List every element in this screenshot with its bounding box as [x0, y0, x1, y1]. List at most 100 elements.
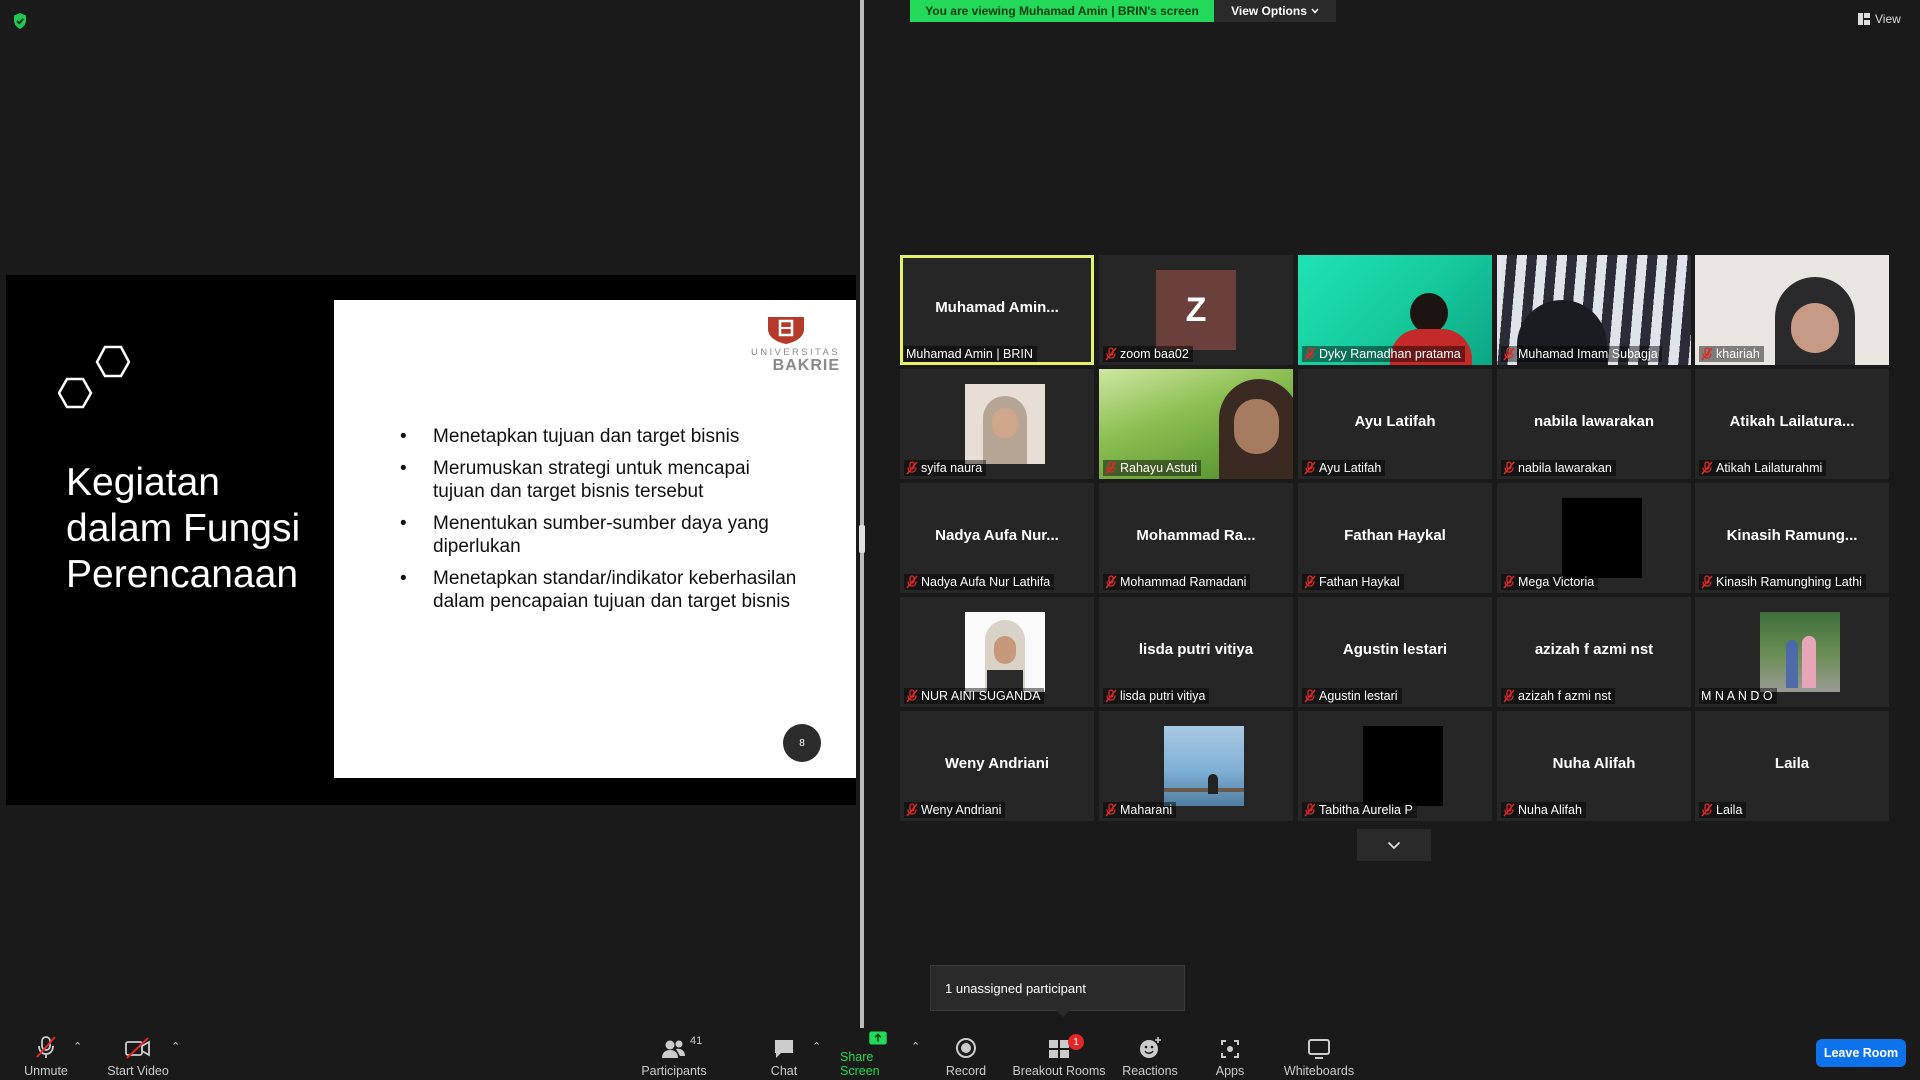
participants-count: 41 [690, 1035, 703, 1047]
chat-label: Chat [770, 1064, 798, 1078]
participant-tile[interactable]: Rahayu Astuti [1099, 369, 1293, 479]
slide-bullet: Merumuskan strategi untuk mencapai tujua… [400, 457, 800, 503]
participant-tile[interactable]: Weny Andriani Weny Andriani [900, 711, 1094, 821]
view-options-button[interactable]: View Options [1214, 0, 1336, 22]
participant-name-label: Weny Andriani [904, 802, 1006, 818]
slide-title-line: dalam Fungsi [66, 507, 301, 550]
breakout-rooms-button[interactable]: Breakout Rooms [1012, 1030, 1106, 1078]
participant-display-name: Atikah Lailatura... [1729, 413, 1855, 430]
gallery-view-icon [1858, 13, 1870, 25]
apps-button[interactable]: Apps [1210, 1030, 1250, 1078]
participant-tile[interactable]: Kinasih Ramung... Kinasih Ramunghing Lath… [1695, 483, 1889, 593]
participant-tile[interactable]: Fathan Haykal Fathan Haykal [1298, 483, 1492, 593]
participant-name-label: syifa naura [904, 460, 987, 476]
divider-drag-handle[interactable] [859, 525, 865, 553]
participant-tile[interactable]: Agustin lestari Agustin lestari [1298, 597, 1492, 707]
participant-tile[interactable]: lisda putri vitiya lisda putri vitiya [1099, 597, 1293, 707]
participant-tile[interactable]: Tabitha Aurelia P [1298, 711, 1492, 821]
participant-tile[interactable]: azizah f azmi nst azizah f azmi nst [1497, 597, 1691, 707]
whiteboards-button[interactable]: Whiteboards [1280, 1030, 1358, 1078]
participant-name: NUR AINI SUGANDA [921, 689, 1041, 703]
participant-tile[interactable]: Atikah Lailatura... Atikah Lailaturahmi [1695, 369, 1889, 479]
participant-tile[interactable]: NUR AINI SUGANDA [900, 597, 1094, 707]
participant-tile[interactable]: khairiah [1695, 255, 1889, 365]
participant-name-label: zoom baa02 [1103, 346, 1193, 362]
security-shield-icon[interactable] [12, 12, 28, 35]
participant-name-label: azizah f azmi nst [1501, 688, 1616, 704]
unmute-label: Unmute [24, 1064, 68, 1078]
universitas-bakrie-logo: UNIVERSITAS BAKRIE [728, 315, 840, 374]
participants-label: Participants [641, 1064, 707, 1078]
slide-bullet-list: Menetapkan tujuan dan target bisnis Meru… [400, 425, 800, 622]
next-page-button[interactable] [1357, 829, 1431, 861]
participant-tile[interactable]: Ayu Latifah Ayu Latifah [1298, 369, 1492, 479]
microphone-muted-icon [1105, 461, 1117, 475]
participant-name-label: Mohammad Ramadani [1103, 574, 1251, 590]
participant-tile[interactable]: Laila Laila [1695, 711, 1889, 821]
start-video-button[interactable]: Start Video [102, 1030, 174, 1078]
reactions-label: Reactions [1122, 1064, 1178, 1078]
chat-icon [775, 1040, 793, 1058]
participant-tile[interactable]: nabila lawarakan nabila lawarakan [1497, 369, 1691, 479]
unmute-button[interactable]: Unmute [16, 1030, 76, 1078]
participant-name-label: Nadya Aufa Nur Lathifa [904, 574, 1055, 590]
university-shield-icon [768, 317, 804, 344]
video-options-caret[interactable]: ⌃ [171, 1040, 180, 1053]
leave-room-button[interactable]: Leave Room [1816, 1039, 1906, 1067]
microphone-muted-icon [1105, 347, 1117, 361]
reactions-button[interactable]: Reactions [1120, 1030, 1180, 1078]
chat-options-caret[interactable]: ⌃ [812, 1040, 821, 1053]
participant-tile[interactable]: Mega Victoria [1497, 483, 1691, 593]
participant-tile[interactable]: Nuha Alifah Nuha Alifah [1497, 711, 1691, 821]
audio-options-caret[interactable]: ⌃ [73, 1040, 82, 1053]
slide-title-line: Kegiatan [66, 461, 220, 504]
participant-name-label: Fathan Haykal [1302, 574, 1404, 590]
participant-name-label: Muhamad Amin | BRIN [904, 346, 1037, 362]
participant-tile[interactable]: Muhamad Amin... Muhamad Amin | BRIN [900, 255, 1094, 365]
participant-display-name: azizah f azmi nst [1534, 641, 1654, 658]
participant-tile[interactable]: Mohammad Ra... Mohammad Ramadani [1099, 483, 1293, 593]
participant-tile[interactable]: Maharani [1099, 711, 1293, 821]
participant-name: Kinasih Ramunghing Lathi [1716, 575, 1862, 589]
participant-name: Tabitha Aurelia P [1319, 803, 1413, 817]
participant-tile[interactable]: Muhamad Imam Subagja [1497, 255, 1691, 365]
participant-display-name: Muhamad Amin... [935, 299, 1059, 316]
share-options-caret[interactable]: ⌃ [911, 1040, 920, 1053]
participant-display-name: Nuha Alifah [1552, 755, 1636, 772]
participant-name: Atikah Lailaturahmi [1716, 461, 1823, 475]
participant-tile[interactable]: Nadya Aufa Nur... Nadya Aufa Nur Lathifa [900, 483, 1094, 593]
participant-tile[interactable]: syifa naura [900, 369, 1094, 479]
chat-button[interactable]: Chat [763, 1030, 805, 1078]
participant-name-label: Atikah Lailaturahmi [1699, 460, 1827, 476]
microphone-muted-icon [1304, 575, 1316, 589]
chevron-down-icon [1311, 8, 1319, 14]
participant-display-name: Fathan Haykal [1344, 527, 1446, 544]
participant-name: syifa naura [921, 461, 983, 475]
split-divider[interactable] [860, 0, 864, 1028]
participant-name-label: Nuha Alifah [1501, 802, 1586, 818]
participant-name: Ayu Latifah [1319, 461, 1382, 475]
participant-name: Nuha Alifah [1518, 803, 1582, 817]
participant-name-label: nabila lawarakan [1501, 460, 1616, 476]
participant-tile[interactable]: Dyky Ramadhan pratama [1298, 255, 1492, 365]
record-button[interactable]: Record [942, 1030, 990, 1078]
participant-name-label: NUR AINI SUGANDA [904, 688, 1045, 704]
participant-display-name: Weny Andriani [944, 755, 1050, 772]
participant-tile[interactable]: Zzoom baa02 [1099, 255, 1293, 365]
participant-name: zoom baa02 [1120, 347, 1189, 361]
chevron-down-icon [1387, 841, 1401, 849]
whiteboards-label: Whiteboards [1283, 1064, 1355, 1078]
participant-name: Maharani [1120, 803, 1173, 817]
participant-display-name: nabila lawarakan [1533, 413, 1655, 430]
microphone-muted-icon [906, 803, 918, 817]
participant-name-label: Maharani [1103, 802, 1177, 818]
participant-tile[interactable]: M N A N D O [1695, 597, 1889, 707]
university-logo-text: UNIVERSITAS BAKRIE [750, 347, 840, 374]
participant-name: azizah f azmi nst [1518, 689, 1612, 703]
microphone-muted-icon [1503, 461, 1515, 475]
share-screen-button[interactable]: Share Screen [840, 1030, 916, 1078]
slide-title-line: Perencanaan [66, 553, 299, 596]
view-button[interactable]: View [1858, 8, 1901, 30]
microphone-muted-icon [906, 575, 918, 589]
microphone-muted-icon [1105, 803, 1117, 817]
